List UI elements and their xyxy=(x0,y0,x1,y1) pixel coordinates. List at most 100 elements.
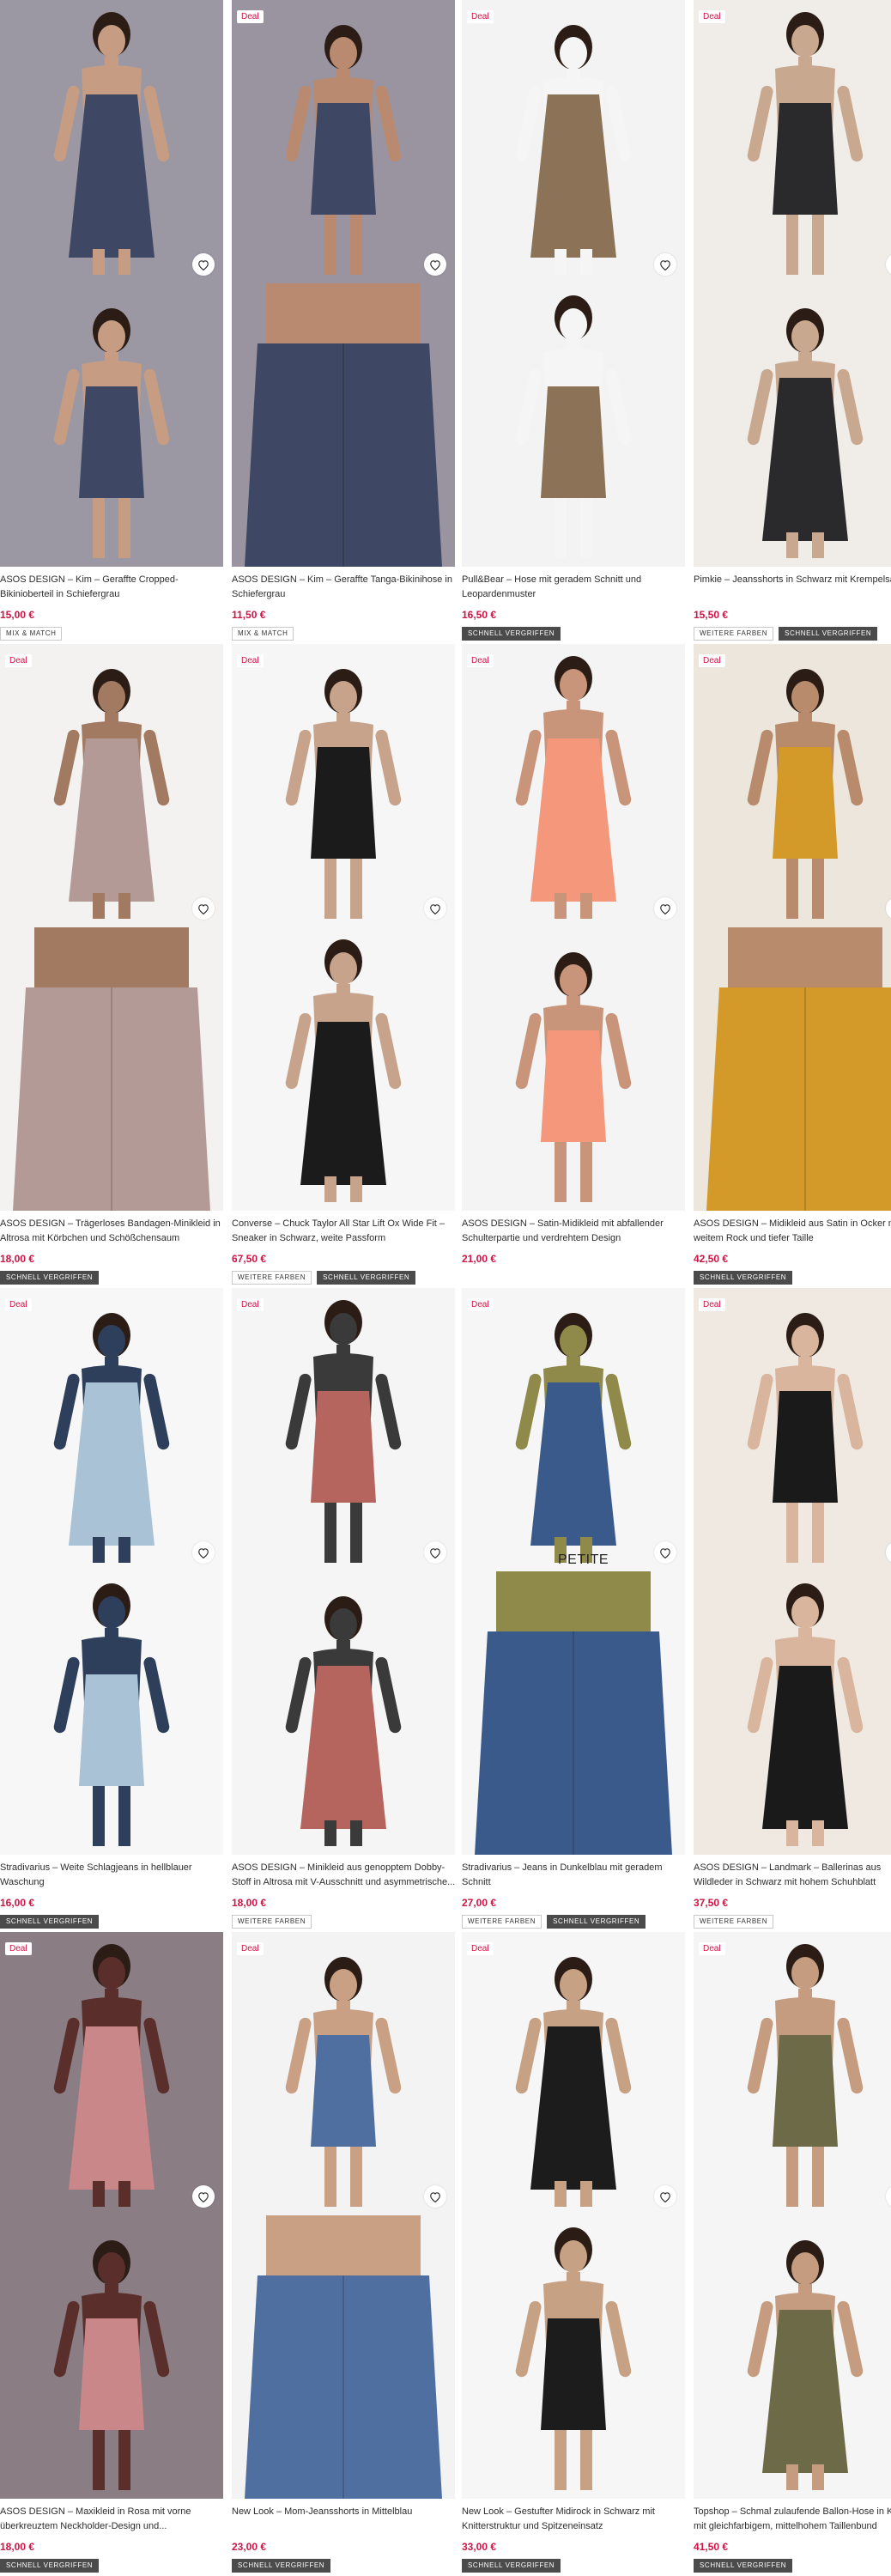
product-card[interactable]: ASOS DESIGN – Kim – Geraffte Cropped-Bik… xyxy=(0,0,223,641)
product-image-primary[interactable] xyxy=(232,1932,455,2215)
product-image-gallery[interactable]: Deal xyxy=(0,644,223,1211)
product-title-link[interactable]: ASOS DESIGN – Kim – Geraffte Tanga-Bikin… xyxy=(232,573,459,604)
product-card[interactable]: Deal Pull&Bear – Hose mit geradem Schnit… xyxy=(462,0,685,641)
product-image-secondary[interactable] xyxy=(694,1571,891,1855)
save-for-later-button[interactable] xyxy=(424,1541,446,1564)
product-image-gallery[interactable]: Deal xyxy=(232,0,455,567)
product-image-primary[interactable] xyxy=(694,1932,891,2215)
product-image-gallery[interactable]: Deal xyxy=(232,1932,455,2499)
product-image-primary[interactable] xyxy=(0,0,223,283)
product-card[interactable]: Deal New Look – Mom-Jeansshorts in Mitte… xyxy=(232,1932,455,2573)
product-image-gallery[interactable]: Deal xyxy=(694,1932,891,2499)
product-image-primary[interactable] xyxy=(0,644,223,927)
save-for-later-button[interactable] xyxy=(654,1541,676,1564)
save-for-later-button[interactable] xyxy=(654,253,676,276)
save-for-later-button[interactable] xyxy=(192,2185,215,2208)
product-image-secondary[interactable] xyxy=(0,927,223,1211)
save-for-later-button[interactable] xyxy=(654,2185,676,2208)
product-title-link[interactable]: Pimkie – Jeansshorts in Schwarz mit Krem… xyxy=(694,573,891,604)
product-image-primary[interactable] xyxy=(462,0,685,283)
product-image-secondary[interactable] xyxy=(0,2215,223,2499)
product-title-link[interactable]: Stradivarius – Weite Schlagjeans in hell… xyxy=(0,1861,227,1892)
product-image-secondary[interactable] xyxy=(232,2215,455,2499)
product-title-link[interactable]: Topshop – Schmal zulaufende Ballon-Hose … xyxy=(694,2505,891,2536)
product-title-link[interactable]: New Look – Mom-Jeansshorts in Mittelblau xyxy=(232,2505,459,2536)
product-card[interactable]: Deal ASOS DESIGN – Maxikleid in Rosa mit… xyxy=(0,1932,223,2573)
product-image-secondary[interactable] xyxy=(462,927,685,1211)
product-image-secondary[interactable] xyxy=(0,283,223,567)
product-image-gallery[interactable]: Deal xyxy=(232,1288,455,1855)
product-image-gallery[interactable]: Deal xyxy=(462,1932,685,2499)
heart-icon xyxy=(198,1547,209,1558)
product-image-secondary[interactable] xyxy=(462,2215,685,2499)
product-image-primary[interactable] xyxy=(232,1288,455,1571)
product-image-gallery[interactable]: Deal xyxy=(694,0,891,567)
product-image-primary[interactable] xyxy=(0,1932,223,2215)
product-image-gallery[interactable]: Deal xyxy=(462,644,685,1211)
product-title-link[interactable]: ASOS DESIGN – Minikleid aus genopptem Do… xyxy=(232,1861,459,1892)
product-price: 15,00 € xyxy=(0,609,35,621)
product-card[interactable]: Deal New Look – Gestufter Midirock in Sc… xyxy=(462,1932,685,2573)
product-title-link[interactable]: Converse – Chuck Taylor All Star Lift Ox… xyxy=(232,1217,459,1248)
product-image-secondary[interactable] xyxy=(462,1571,685,1855)
product-title-link[interactable]: New Look – Gestufter Midirock in Schwarz… xyxy=(462,2505,689,2536)
product-image-primary[interactable] xyxy=(462,644,685,927)
product-card[interactable]: Deal Converse – Chuck Taylor All Star Li… xyxy=(232,644,455,1285)
product-image-primary[interactable] xyxy=(462,1932,685,2215)
product-image-secondary[interactable] xyxy=(0,1571,223,1855)
product-image-gallery[interactable]: Deal xyxy=(694,644,891,1211)
product-image-gallery[interactable]: Deal xyxy=(232,644,455,1211)
product-card[interactable]: Deal PETITE Stradivarius – Jeans in Dunke… xyxy=(462,1288,685,1929)
product-image-secondary[interactable] xyxy=(462,283,685,567)
product-card[interactable]: Deal Pimkie – Jeansshorts in Schwarz mit… xyxy=(694,0,891,641)
save-for-later-button[interactable] xyxy=(424,897,446,920)
save-for-later-button[interactable] xyxy=(424,2185,446,2208)
product-title-link[interactable]: ASOS DESIGN – Maxikleid in Rosa mit vorn… xyxy=(0,2505,227,2536)
product-image-gallery[interactable]: Deal PETITE xyxy=(462,1288,685,1855)
product-image-primary[interactable] xyxy=(462,1288,685,1571)
product-image-gallery[interactable]: Deal xyxy=(462,0,685,567)
product-card[interactable]: Deal Stradivarius – Weite Schlagjeans in… xyxy=(0,1288,223,1929)
save-for-later-button[interactable] xyxy=(192,253,215,276)
product-title-link[interactable]: ASOS DESIGN – Kim – Geraffte Cropped-Bik… xyxy=(0,573,227,604)
product-image-secondary[interactable] xyxy=(232,283,455,567)
product-image-secondary[interactable] xyxy=(694,283,891,567)
product-card[interactable]: Deal Topshop – Schmal zulaufende Ballon-… xyxy=(694,1932,891,2573)
product-title-link[interactable]: ASOS DESIGN – Midikleid aus Satin in Ock… xyxy=(694,1217,891,1248)
product-card[interactable]: Deal ASOS DESIGN – Midikleid aus Satin i… xyxy=(694,644,891,1285)
product-image-primary[interactable] xyxy=(694,0,891,283)
save-for-later-button[interactable] xyxy=(192,897,215,920)
product-card[interactable]: Deal ASOS DESIGN – Satin-Midikleid mit a… xyxy=(462,644,685,1285)
more-colours-badge[interactable]: WEITERE FARBEN xyxy=(462,1915,542,1929)
product-title-link[interactable]: Stradivarius – Jeans in Dunkelblau mit g… xyxy=(462,1861,689,1892)
save-for-later-button[interactable] xyxy=(654,897,676,920)
product-card[interactable]: Deal ASOS DESIGN – Landmark – Ballerinas… xyxy=(694,1288,891,1929)
save-for-later-button[interactable] xyxy=(424,253,446,276)
product-image-primary[interactable] xyxy=(232,644,455,927)
product-image-gallery[interactable]: Deal xyxy=(0,1932,223,2499)
more-colours-badge[interactable]: WEITERE FARBEN xyxy=(694,1915,774,1929)
more-colours-badge[interactable]: WEITERE FARBEN xyxy=(232,1915,312,1929)
product-title-link[interactable]: Pull&Bear – Hose mit geradem Schnitt und… xyxy=(462,573,689,604)
product-image-secondary[interactable] xyxy=(694,927,891,1211)
product-image-secondary[interactable] xyxy=(694,2215,891,2499)
deal-badge: Deal xyxy=(237,1298,264,1311)
product-image-secondary[interactable] xyxy=(232,1571,455,1855)
product-image-primary[interactable] xyxy=(694,644,891,927)
product-image-gallery[interactable]: Deal xyxy=(694,1288,891,1855)
product-card[interactable]: Deal ASOS DESIGN – Trägerloses Bandagen-… xyxy=(0,644,223,1285)
product-image-gallery[interactable] xyxy=(0,0,223,567)
more-colours-badge[interactable]: WEITERE FARBEN xyxy=(694,627,774,641)
product-title-link[interactable]: ASOS DESIGN – Satin-Midikleid mit abfall… xyxy=(462,1217,689,1248)
product-image-secondary[interactable] xyxy=(232,927,455,1211)
product-title-link[interactable]: ASOS DESIGN – Landmark – Ballerinas aus … xyxy=(694,1861,891,1892)
product-image-gallery[interactable]: Deal xyxy=(0,1288,223,1855)
more-colours-badge[interactable]: WEITERE FARBEN xyxy=(232,1271,312,1285)
product-card[interactable]: Deal ASOS DESIGN – Kim – Geraffte Tanga-… xyxy=(232,0,455,641)
save-for-later-button[interactable] xyxy=(192,1541,215,1564)
product-image-primary[interactable] xyxy=(232,0,455,283)
product-image-primary[interactable] xyxy=(0,1288,223,1571)
product-title-link[interactable]: ASOS DESIGN – Trägerloses Bandagen-Minik… xyxy=(0,1217,227,1248)
product-card[interactable]: Deal ASOS DESIGN – Minikleid aus genoppt… xyxy=(232,1288,455,1929)
product-image-primary[interactable] xyxy=(694,1288,891,1571)
